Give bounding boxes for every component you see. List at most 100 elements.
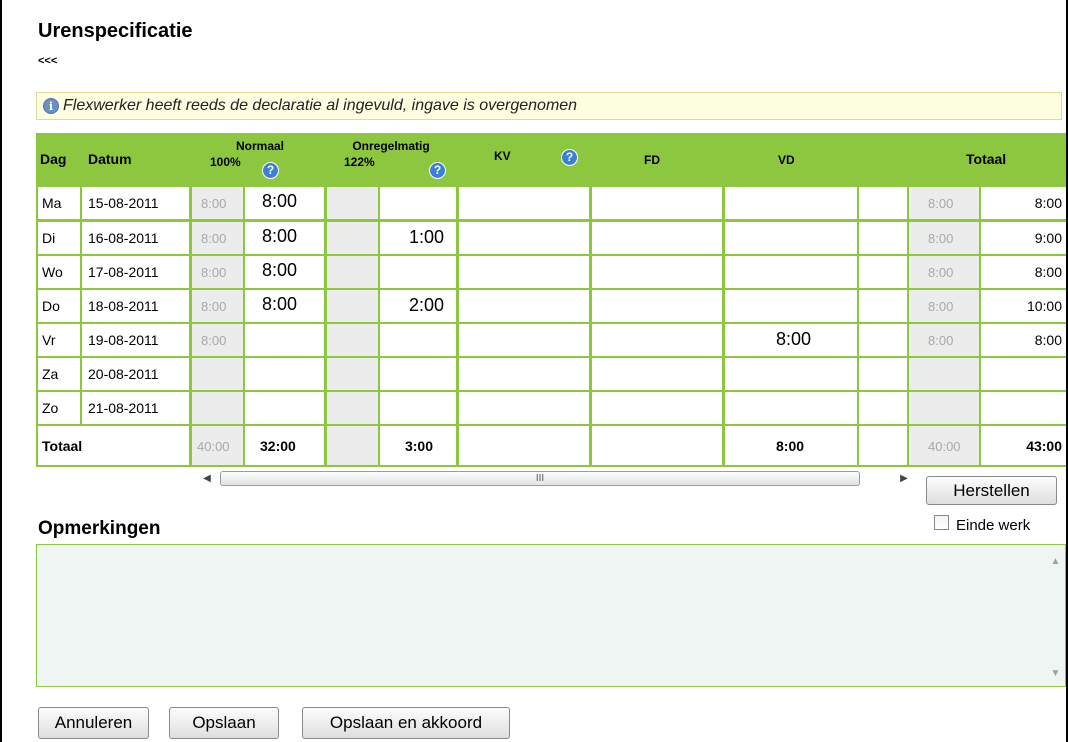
table-row-5-cell bbox=[327, 358, 378, 390]
scroll-right-icon[interactable]: ▶ bbox=[897, 472, 911, 486]
table-row-5-cell bbox=[981, 358, 1066, 390]
table-row-1-cell bbox=[459, 222, 589, 254]
header-normaal-pct: 100% bbox=[210, 155, 241, 169]
row-date: 19-08-2011 bbox=[88, 332, 159, 348]
row-normaal-input[interactable]: 8:00 bbox=[262, 226, 297, 247]
remarks-scrollbar[interactable]: ▲ ▼ bbox=[1047, 546, 1064, 685]
help-kv-icon[interactable]: ? bbox=[561, 149, 578, 166]
header-onregelmatig-pct: 122% bbox=[344, 155, 375, 169]
table-row-5-cell bbox=[859, 358, 907, 390]
row-totaal-planned: 8:00 bbox=[928, 333, 954, 348]
row-date: 15-08-2011 bbox=[88, 195, 159, 211]
row-totaal-value: 8:00 bbox=[1034, 264, 1062, 280]
opslaan-en-akkoord-button[interactable]: Opslaan en akkoord bbox=[302, 707, 510, 739]
herstellen-button[interactable]: Herstellen bbox=[926, 476, 1057, 505]
row-date: 16-08-2011 bbox=[88, 230, 159, 246]
help-onregelmatig-icon[interactable]: ? bbox=[429, 162, 446, 179]
row-normaal-planned: 8:00 bbox=[201, 299, 227, 314]
table-row-6-cell bbox=[725, 392, 857, 424]
info-banner: i Flexwerker heeft reeds de declaratie a… bbox=[36, 92, 1062, 120]
scroll-down-icon[interactable]: ▼ bbox=[1047, 668, 1064, 679]
row-onregelmatig-input[interactable]: 2:00 bbox=[386, 295, 444, 316]
totals-row-cell bbox=[859, 426, 907, 465]
opslaan-button[interactable]: Opslaan bbox=[169, 707, 279, 739]
table-row-4-cell bbox=[459, 324, 589, 356]
back-link[interactable]: <<< bbox=[38, 55, 57, 67]
totals-row-cell bbox=[592, 426, 722, 465]
header-fd: FD bbox=[644, 153, 660, 167]
table-row-6-cell bbox=[981, 392, 1066, 424]
table-row-6-cell bbox=[245, 392, 324, 424]
totals-row-cell bbox=[327, 426, 378, 465]
table-row-0-cell bbox=[592, 187, 722, 219]
header-onregelmatig: Onregelmatig bbox=[352, 139, 430, 153]
table-row-5-cell bbox=[725, 358, 857, 390]
table-horizontal-scrollbar[interactable]: ◀ III ▶ bbox=[200, 470, 911, 488]
table-row-2-cell bbox=[592, 256, 722, 288]
table-row-3-cell bbox=[592, 290, 722, 322]
table-row-6-cell bbox=[192, 392, 243, 424]
table-row-4-cell bbox=[245, 324, 324, 356]
table-row-5-cell bbox=[459, 358, 589, 390]
row-normaal-input[interactable]: 8:00 bbox=[262, 260, 297, 281]
row-totaal-value: 9:00 bbox=[1034, 230, 1062, 246]
scroll-left-icon[interactable]: ◀ bbox=[200, 472, 214, 486]
table-row-1-cell bbox=[327, 222, 378, 254]
row-day: Ma bbox=[42, 195, 62, 211]
table-row-5-cell bbox=[909, 358, 979, 390]
info-icon: i bbox=[43, 98, 59, 114]
totals-vd: 8:00 bbox=[776, 438, 805, 454]
row-day: Za bbox=[42, 366, 59, 382]
row-date: 18-08-2011 bbox=[88, 298, 159, 314]
row-normaal-planned: 8:00 bbox=[201, 231, 227, 246]
row-day: Do bbox=[42, 298, 60, 314]
table-row-1-cell bbox=[859, 222, 907, 254]
row-totaal-planned: 8:00 bbox=[928, 299, 954, 314]
remarks-textarea[interactable] bbox=[36, 544, 1066, 687]
scroll-thumb[interactable]: III bbox=[220, 471, 860, 486]
table-row-2-cell bbox=[327, 256, 378, 288]
table-row-6-cell bbox=[909, 392, 979, 424]
row-normaal-planned: 8:00 bbox=[201, 265, 227, 280]
row-totaal-value: 10:00 bbox=[1026, 298, 1062, 314]
table-row-6-cell bbox=[380, 392, 456, 424]
row-day: Di bbox=[42, 230, 56, 246]
header-dag: Dag bbox=[40, 151, 67, 167]
table-row-4-cell bbox=[380, 324, 456, 356]
einde-werk-checkbox[interactable] bbox=[934, 515, 949, 530]
table-row-6-cell bbox=[459, 392, 589, 424]
row-vd-input[interactable]: 8:00 bbox=[776, 329, 811, 350]
header-normaal: Normaal bbox=[235, 139, 285, 153]
table-row-2-cell bbox=[859, 256, 907, 288]
row-day: Zo bbox=[42, 400, 59, 416]
remarks-title: Opmerkingen bbox=[38, 518, 161, 539]
totals-normaal-planned: 40:00 bbox=[197, 439, 230, 454]
table-row-0-cell bbox=[859, 187, 907, 219]
totals-totaal: 43:00 bbox=[1026, 438, 1062, 454]
table-row-4-cell bbox=[592, 324, 722, 356]
page-title: Urenspecificatie bbox=[38, 20, 193, 42]
row-date: 17-08-2011 bbox=[88, 264, 159, 280]
scroll-up-icon[interactable]: ▲ bbox=[1047, 556, 1064, 567]
row-date: 20-08-2011 bbox=[88, 366, 159, 382]
totals-label: Totaal bbox=[42, 438, 83, 454]
info-message: Flexwerker heeft reeds de declaratie al … bbox=[63, 97, 578, 114]
table-row-6-cell bbox=[592, 392, 722, 424]
table-row-5-cell bbox=[380, 358, 456, 390]
table-row-2-cell bbox=[725, 256, 857, 288]
totals-totaal-planned: 40:00 bbox=[928, 439, 961, 454]
table-row-1-cell bbox=[592, 222, 722, 254]
row-day: Wo bbox=[42, 264, 63, 280]
row-normaal-input[interactable]: 8:00 bbox=[262, 294, 297, 315]
row-onregelmatig-input[interactable]: 1:00 bbox=[386, 227, 444, 248]
totals-onregelmatig: 3:00 bbox=[404, 438, 433, 454]
table-row-0-cell bbox=[380, 187, 456, 219]
table-row-0-cell bbox=[459, 187, 589, 219]
row-totaal-planned: 8:00 bbox=[928, 196, 954, 211]
row-normaal-input[interactable]: 8:00 bbox=[262, 191, 297, 212]
annuleren-button[interactable]: Annuleren bbox=[38, 707, 149, 739]
table-row-4-cell bbox=[327, 324, 378, 356]
table-row-6-cell bbox=[859, 392, 907, 424]
table-row-3-cell bbox=[859, 290, 907, 322]
help-normaal-icon[interactable]: ? bbox=[262, 162, 279, 179]
